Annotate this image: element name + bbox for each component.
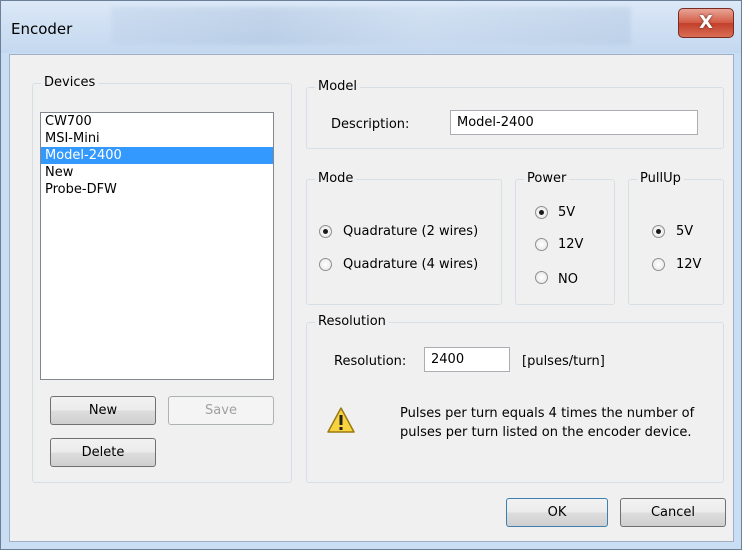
mode-group-label: Mode xyxy=(315,171,357,187)
mode-group: Mode xyxy=(306,171,502,305)
warning-text: Pulses per turn equals 4 times the numbe… xyxy=(400,406,695,440)
power-no-label[interactable]: NO xyxy=(558,272,578,288)
pullup-group-label: PullUp xyxy=(637,171,684,187)
resolution-group: Resolution xyxy=(306,314,724,483)
resolution-label: Resolution: xyxy=(334,354,407,369)
resolution-unit: [pulses/turn] xyxy=(522,354,605,369)
list-item[interactable]: MSI-Mini xyxy=(41,130,273,147)
list-item[interactable]: New xyxy=(41,164,273,181)
power-5v-radio[interactable] xyxy=(535,206,548,219)
warning-icon xyxy=(327,407,355,433)
pullup-12v-label[interactable]: 12V xyxy=(676,257,701,273)
power-12v-radio[interactable] xyxy=(535,238,548,251)
pullup-group: PullUp xyxy=(628,171,724,305)
window-title: Encoder xyxy=(11,20,73,38)
devices-list[interactable]: CW700 MSI-Mini Model-2400 New Probe-DFW xyxy=(40,112,274,380)
close-icon: X xyxy=(699,12,713,33)
model-group-label: Model xyxy=(315,79,361,95)
power-group-label: Power xyxy=(524,171,570,187)
delete-button[interactable]: Delete xyxy=(50,438,156,467)
pullup-5v-label[interactable]: 5V xyxy=(676,224,693,240)
title-bar[interactable]: Encoder X xyxy=(1,1,741,53)
description-field[interactable]: Model-2400 xyxy=(450,110,698,135)
title-bar-background xyxy=(111,7,631,45)
mode-4-wires-label[interactable]: Quadrature (4 wires) xyxy=(343,257,478,273)
save-button[interactable]: Save xyxy=(168,396,274,425)
mode-2-wires-radio[interactable] xyxy=(319,225,332,238)
new-button[interactable]: New xyxy=(50,396,156,425)
power-no-radio[interactable] xyxy=(535,271,548,284)
cancel-button[interactable]: Cancel xyxy=(620,498,726,527)
mode-2-wires-label[interactable]: Quadrature (2 wires) xyxy=(343,224,478,240)
power-5v-label[interactable]: 5V xyxy=(558,205,575,221)
list-item[interactable]: CW700 xyxy=(41,113,273,130)
resolution-input[interactable]: 2400 xyxy=(424,347,510,372)
list-item-selected[interactable]: Model-2400 xyxy=(41,147,273,164)
power-12v-label[interactable]: 12V xyxy=(558,237,583,253)
resolution-group-label: Resolution xyxy=(315,314,389,330)
ok-button[interactable]: OK xyxy=(506,498,608,527)
close-button[interactable]: X xyxy=(678,8,734,38)
mode-4-wires-radio[interactable] xyxy=(319,258,332,271)
description-label: Description: xyxy=(331,117,410,132)
pullup-12v-radio[interactable] xyxy=(652,258,665,271)
list-item[interactable]: Probe-DFW xyxy=(41,181,273,198)
pullup-5v-radio[interactable] xyxy=(652,225,665,238)
devices-group-label: Devices xyxy=(41,75,99,91)
